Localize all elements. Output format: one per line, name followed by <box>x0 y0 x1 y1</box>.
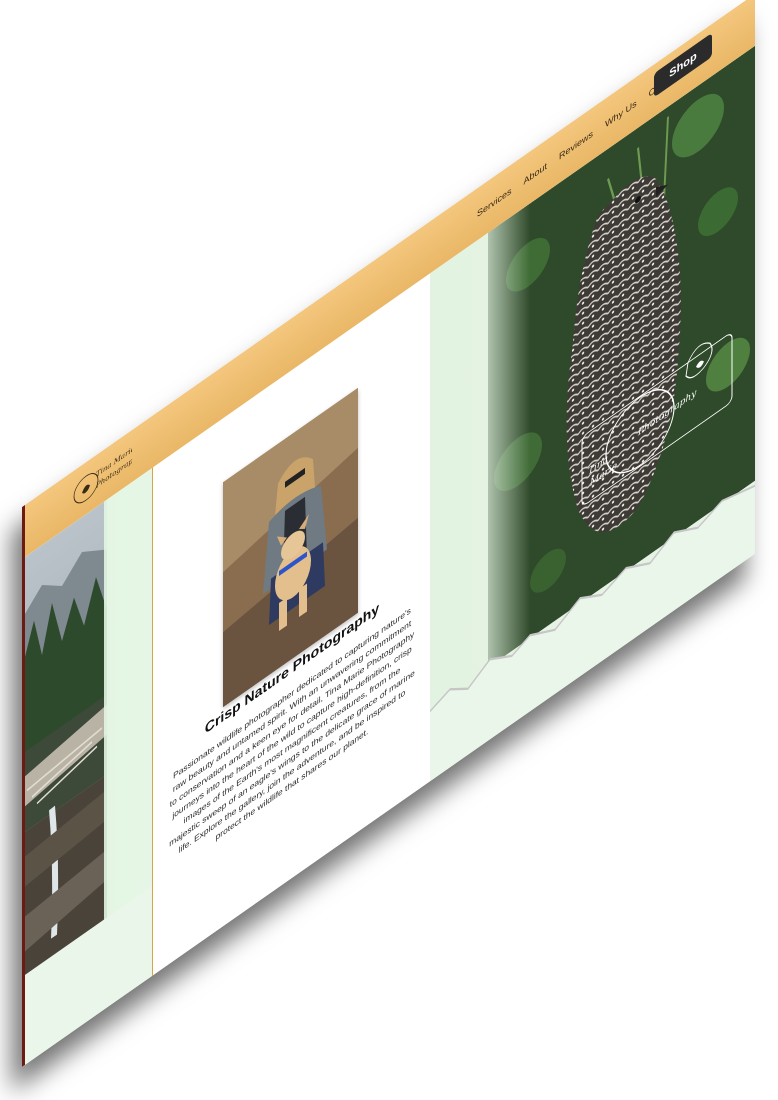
nav-why-us[interactable]: Why Us <box>605 98 637 130</box>
gallery-panel-landscape <box>22 467 152 1067</box>
website-screen: Tina Marie Photography Services About Re… <box>22 0 755 1067</box>
watermark-text-photography: Photography <box>637 387 697 439</box>
about-panel: Crisp Nature Photography Passionate wild… <box>152 271 432 976</box>
mockup-stage: Tina Marie Photography Services About Re… <box>0 0 778 1100</box>
nav-reviews[interactable]: Reviews <box>559 128 593 162</box>
screen-edge <box>22 504 25 1067</box>
nav-about[interactable]: About <box>524 160 548 186</box>
nav-services[interactable]: Services <box>477 185 512 219</box>
